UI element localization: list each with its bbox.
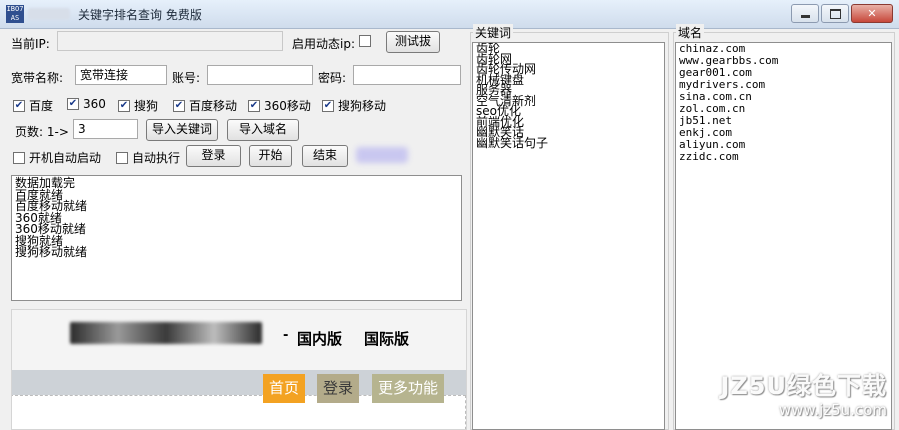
checkbox-box: ✔ bbox=[67, 98, 79, 110]
watermark-main: JZ5U绿色下载 bbox=[720, 372, 887, 400]
title-bar: IBO7 AS 关键字排名查询 免费版 ✕ bbox=[0, 0, 899, 29]
keyword-item[interactable]: 幽默笑话句子 bbox=[473, 137, 664, 148]
close-button[interactable]: ✕ bbox=[851, 4, 893, 23]
start-button[interactable]: 开始 bbox=[249, 145, 292, 167]
app-window: IBO7 AS 关键字排名查询 免费版 ✕ 当前IP: 启用动态ip: 测试拔 … bbox=[0, 0, 899, 430]
nav-login-button[interactable]: 登录 bbox=[317, 374, 360, 403]
pages-field[interactable]: 3 bbox=[73, 119, 138, 139]
engine-label: 搜狗 bbox=[134, 99, 159, 113]
password-label: 密码: bbox=[318, 71, 347, 85]
engine-baidu-mobile-checkbox[interactable]: ✔ 百度移动 bbox=[173, 97, 237, 114]
watermark-url: www.jz5u.com bbox=[778, 401, 887, 419]
autostart-label: 开机自动启动 bbox=[29, 151, 102, 165]
watermark: JZ5U绿色下载 www.jz5u.com bbox=[720, 366, 887, 419]
engine-sogou-checkbox[interactable]: ✔ 搜狗 bbox=[118, 97, 158, 114]
close-icon: ✕ bbox=[867, 7, 877, 20]
checkbox-box: ✔ bbox=[173, 99, 185, 112]
logo-separator: - bbox=[283, 328, 289, 343]
embedded-browser: - 国内版 国际版 首页 登录 更多功能 bbox=[11, 309, 467, 430]
app-icon: IBO7 AS bbox=[6, 5, 24, 23]
checkbox-box bbox=[116, 151, 128, 164]
checkbox-box: ✔ bbox=[13, 99, 25, 112]
import-keywords-button[interactable]: 导入关键词 bbox=[146, 119, 218, 141]
engine-360-checkbox[interactable]: ✔ 360 bbox=[67, 97, 106, 111]
broadband-name-field[interactable]: 宽带连接 bbox=[75, 65, 167, 85]
engine-sogou-mobile-checkbox[interactable]: ✔ 搜狗移动 bbox=[322, 97, 386, 114]
dynamic-ip-checkbox[interactable] bbox=[359, 35, 371, 47]
end-button[interactable]: 结束 bbox=[302, 145, 348, 167]
account-field[interactable] bbox=[207, 65, 313, 85]
log-line: 百度移动就绪 bbox=[15, 199, 88, 213]
import-domains-button[interactable]: 导入域名 bbox=[227, 119, 299, 141]
domestic-version-link[interactable]: 国内版 bbox=[297, 328, 342, 349]
autorun-label: 自动执行 bbox=[132, 151, 181, 165]
nav-home-button[interactable]: 首页 bbox=[263, 374, 306, 403]
engine-baidu-checkbox[interactable]: ✔ 百度 bbox=[13, 97, 53, 114]
account-label: 账号: bbox=[172, 71, 201, 85]
current-ip-label: 当前IP: bbox=[11, 37, 50, 51]
keywords-list[interactable]: 齿轮 齿轮网 齿轮传动网 机械键盘 服务器 空气清新剂 seo优化 前端优化 幽… bbox=[472, 42, 665, 430]
pages-label: 页数: 1-> bbox=[15, 125, 69, 139]
site-logo bbox=[70, 322, 262, 344]
checkbox-box: ✔ bbox=[322, 99, 334, 112]
maximize-button[interactable] bbox=[821, 4, 849, 23]
checkbox-box bbox=[13, 151, 25, 164]
broadband-name-label: 宽带名称: bbox=[11, 71, 64, 85]
dynamic-ip-label: 启用动态ip: bbox=[292, 37, 355, 51]
autostart-checkbox[interactable]: 开机自动启动 bbox=[13, 149, 101, 166]
engine-label: 360移动 bbox=[264, 99, 311, 113]
log-textarea[interactable]: 数据加载完 百度就绪 百度移动就绪 360就绪 360移动就绪 搜狗就绪 搜狗移… bbox=[11, 175, 462, 301]
blurred-status bbox=[356, 147, 408, 163]
password-field[interactable] bbox=[353, 65, 461, 85]
login-button[interactable]: 登录 bbox=[186, 145, 241, 167]
log-line: 搜狗移动就绪 bbox=[15, 245, 88, 259]
checkbox-box: ✔ bbox=[248, 99, 260, 112]
log-line: 数据加载完 bbox=[15, 176, 76, 190]
engine-label: 搜狗移动 bbox=[338, 99, 387, 113]
domain-item[interactable]: zzidc.com bbox=[676, 151, 891, 163]
engine-label: 百度移动 bbox=[189, 99, 238, 113]
window-title: 关键字排名查询 免费版 bbox=[78, 8, 202, 22]
domains-title: 域名 bbox=[676, 24, 705, 41]
keywords-title: 关键词 bbox=[473, 24, 514, 41]
engine-360-mobile-checkbox[interactable]: ✔ 360移动 bbox=[248, 97, 311, 114]
international-version-link[interactable]: 国际版 bbox=[364, 328, 409, 349]
minimize-button[interactable] bbox=[791, 4, 819, 23]
title-blur bbox=[28, 8, 70, 20]
engine-label: 百度 bbox=[29, 99, 54, 113]
nav-more-button[interactable]: 更多功能 bbox=[372, 374, 445, 403]
test-dial-button[interactable]: 测试拔 bbox=[386, 31, 440, 53]
minimize-icon bbox=[800, 14, 810, 18]
checkbox-box: ✔ bbox=[118, 99, 130, 112]
engine-label: 360 bbox=[83, 97, 106, 111]
maximize-icon bbox=[829, 8, 841, 19]
window-controls: ✕ bbox=[791, 4, 893, 23]
autorun-checkbox[interactable]: 自动执行 bbox=[116, 149, 180, 166]
log-line: 360移动就绪 bbox=[15, 222, 86, 236]
current-ip-field[interactable] bbox=[57, 31, 283, 51]
